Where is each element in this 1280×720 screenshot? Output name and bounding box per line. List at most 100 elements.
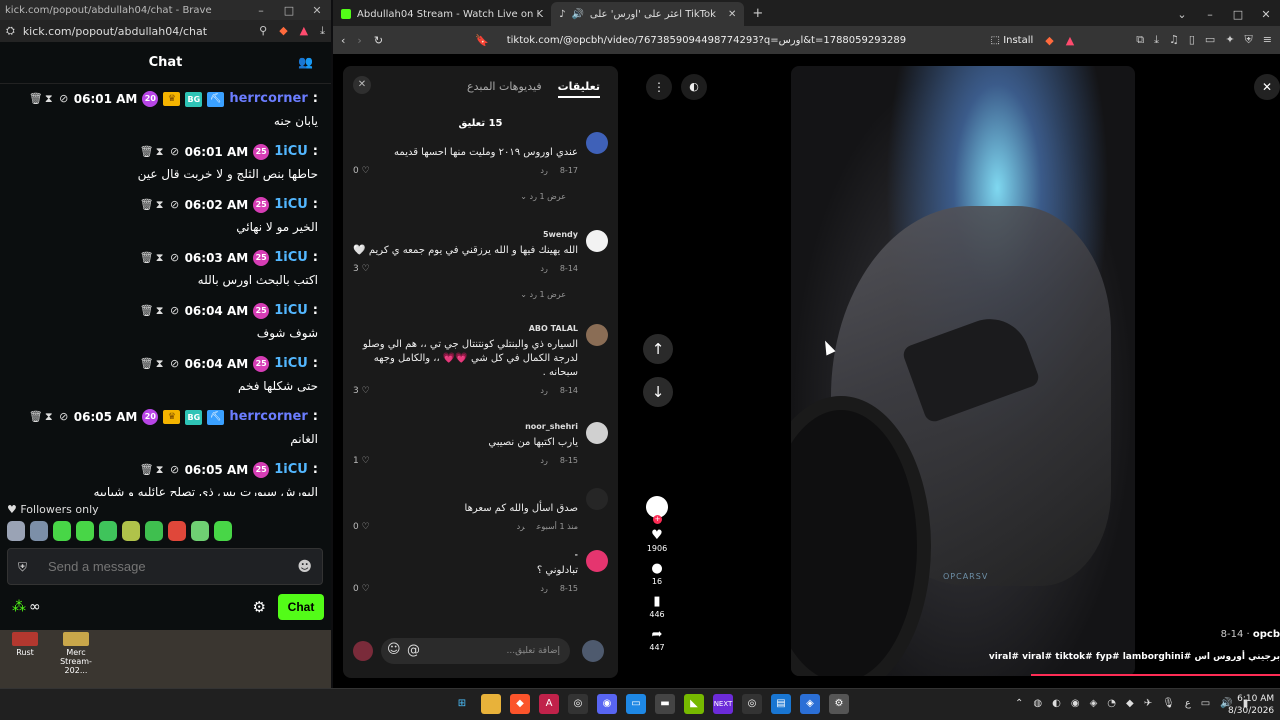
settings-gear-icon[interactable]: ⚙ [253,598,266,616]
tab-close-icon[interactable]: ✕ [728,9,736,20]
file-explorer-icon[interactable] [481,694,501,714]
menu-icon[interactable]: ≡ [1263,33,1272,47]
tray-app-icon[interactable]: ◉ [1071,698,1080,709]
delete-icon[interactable]: 🗑 [140,459,154,481]
like-button[interactable]: ♥ 1906 [643,528,671,553]
maximize-button[interactable]: □ [275,4,303,17]
emote[interactable] [7,521,25,541]
download-icon[interactable]: ⤓ [1154,33,1159,47]
comment-like[interactable]: 0 ♡ [353,166,370,176]
chat-username[interactable]: 1iCU [274,141,308,163]
video-author[interactable]: opcb [1253,629,1280,640]
url-field[interactable]: tiktok.com/@opcbh/video/7673859094498774… [507,35,906,46]
comment-like[interactable]: 1 ♡ [353,456,370,466]
desktop-icon-rust[interactable]: Rust [0,632,50,657]
send-message-input[interactable] [48,559,298,574]
desktop-icon-merc-stream[interactable]: Merc Stream-202... [50,632,102,675]
post-comment-button[interactable] [353,641,373,661]
tab-search-icon[interactable]: ⌄ [1168,8,1196,21]
commenter-name[interactable]: noor_shehri [525,422,578,431]
minimize-button[interactable]: – [247,4,275,17]
shield-icon[interactable]: ⛨ [18,560,30,574]
emote[interactable] [191,521,209,541]
comment-button[interactable]: ● 16 [643,561,671,586]
back-icon[interactable]: ‹ [341,34,345,47]
settings-icon[interactable]: ⚙ [829,694,849,714]
timeout-icon[interactable]: ⧗ [155,194,165,216]
commenter-avatar[interactable] [586,488,608,510]
delete-icon[interactable]: 🗑 [140,194,154,216]
view-replies-button[interactable]: عرض 1 رد ⌄ [520,192,566,201]
timeout-icon[interactable]: ⧗ [44,406,54,428]
app-icon[interactable]: ◎ [568,694,588,714]
tray-app-icon[interactable]: ◆ [1126,698,1134,709]
wallet-icon[interactable]: ▭ [1205,33,1215,47]
site-settings-icon[interactable]: ⛭ [6,24,15,38]
emote[interactable] [53,521,71,541]
commenter-avatar[interactable] [586,230,608,252]
forward-icon[interactable]: › [357,34,361,47]
commenter-name[interactable]: ABO TALAL [529,324,578,333]
emote[interactable] [30,521,48,541]
reply-button[interactable]: رد [517,522,525,531]
mention-icon[interactable]: @ [407,643,420,658]
media-icon[interactable]: ♫ [1169,33,1179,47]
sidebar-icon[interactable]: ▯ [1189,33,1195,47]
add-comment-input[interactable]: إضافة تعليق... @ ☺ [381,638,570,664]
emoji-picker-icon[interactable]: ☻ [297,559,312,575]
chat-username[interactable]: herrcorner [229,88,307,110]
brave-shields-icon[interactable]: ◆ [279,24,287,38]
tab-kick-stream[interactable]: Abdullah04 Stream - Watch Live on K [333,2,551,26]
minimize-button[interactable]: – [1196,8,1224,21]
video-player[interactable]: OPCARSV [791,66,1135,676]
video-progress-bar[interactable] [1031,674,1280,676]
tab-creator-videos[interactable]: فيديوهات المبدع [467,80,542,98]
commenter-avatar[interactable] [586,324,608,346]
mod-check-icon[interactable]: ⊘ [170,353,180,375]
chat-username[interactable]: 1iCU [274,300,308,322]
comment-like[interactable]: 0 ♡ [353,584,370,594]
kick-address-bar[interactable]: ⛭ kick.com/popout/abdullah04/chat ⚲ ◆ ▲ … [0,20,331,42]
brave-rewards-icon[interactable]: ▲ [300,24,308,38]
close-button[interactable]: ✕ [1252,8,1280,21]
mod-check-icon[interactable]: ⊘ [170,459,180,481]
next-video-button[interactable]: ↓ [643,377,673,407]
vpn-icon[interactable]: ⛨ [1245,33,1253,47]
commenter-name[interactable]: 5wendy [543,230,578,239]
tray-app-icon[interactable]: ◈ [1090,698,1098,709]
chat-username[interactable]: 1iCU [274,247,308,269]
emote[interactable] [76,521,94,541]
tray-app-icon[interactable]: ◔ [1107,698,1116,709]
emote[interactable] [99,521,117,541]
timeout-icon[interactable]: ⧗ [44,88,54,110]
emote[interactable] [145,521,163,541]
comment-like[interactable]: 0 ♡ [353,522,370,532]
download-icon[interactable]: ⤓ [320,24,325,38]
delete-icon[interactable]: 🗑 [29,88,43,110]
close-button[interactable]: ✕ [303,4,331,17]
timeout-icon[interactable]: ⧗ [155,141,165,163]
emote[interactable] [122,521,140,541]
timeout-icon[interactable]: ⧗ [155,459,165,481]
extensions-icon[interactable]: ⧉ [1136,33,1144,47]
close-comments-icon[interactable]: ✕ [353,76,371,94]
chat-username[interactable]: 1iCU [274,353,308,375]
tray-app-icon[interactable]: ✈ [1144,698,1152,709]
delete-icon[interactable]: 🗑 [140,247,154,269]
reply-button[interactable]: رد [540,584,547,593]
app-icon[interactable]: ◈ [800,694,820,714]
delete-icon[interactable]: 🗑 [29,406,43,428]
bookmark-icon[interactable]: 🔖 [475,34,489,47]
comment-like[interactable]: 3 ♡ [353,264,370,274]
reply-button[interactable]: رد [540,386,547,395]
timeout-icon[interactable]: ⧗ [155,353,165,375]
reply-button[interactable]: رد [540,456,547,465]
emote[interactable] [214,521,232,541]
discord-icon[interactable]: ◉ [597,694,617,714]
start-icon[interactable]: ⊞ [452,694,472,714]
emoji-icon[interactable]: ☺ [387,642,401,657]
delete-icon[interactable]: 🗑 [140,141,154,163]
timeout-icon[interactable]: ⧗ [155,300,165,322]
brave-rewards-icon[interactable]: ▲ [1066,34,1074,47]
tray-chevron-icon[interactable]: ⌃ [1015,698,1023,709]
